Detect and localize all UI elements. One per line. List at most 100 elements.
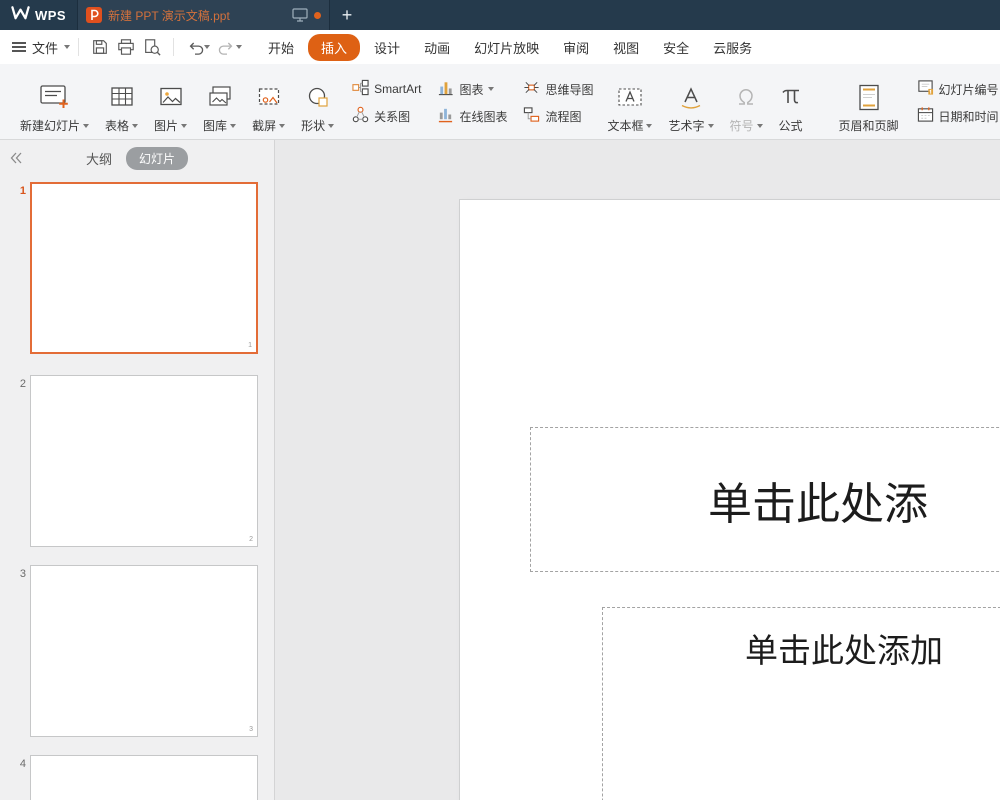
- titlebar: WPS 新建 PPT 演示文稿.ppt +: [0, 0, 1000, 30]
- title-placeholder[interactable]: 单击此处添: [530, 427, 1000, 572]
- file-menu-label: 文件: [32, 38, 58, 57]
- slide-number-label: 幻灯片编号: [939, 81, 999, 98]
- tab-home[interactable]: 开始: [258, 34, 304, 61]
- shapes-button[interactable]: 形状: [295, 69, 340, 136]
- screenshot-label: 截屏: [252, 117, 276, 134]
- tab-view[interactable]: 视图: [603, 34, 649, 61]
- slide-thumbnail[interactable]: 2: [30, 375, 258, 547]
- slide-thumbnail[interactable]: 1: [30, 182, 258, 354]
- symbol-caret-icon: [757, 124, 763, 128]
- print-preview-button[interactable]: [139, 35, 165, 59]
- redo-button[interactable]: [214, 36, 246, 58]
- table-icon: [110, 82, 134, 112]
- date-time-button[interactable]: 日期和时间: [917, 106, 999, 126]
- chart-icon: [437, 79, 454, 99]
- thumbnail-page-number: 3: [249, 726, 253, 733]
- slide-thumbnail[interactable]: [30, 755, 258, 800]
- gallery-button[interactable]: 图库: [197, 69, 242, 136]
- formula-label: 公式: [779, 117, 803, 134]
- mind-map-button[interactable]: 思维导图: [523, 79, 593, 99]
- shapes-label: 形状: [301, 117, 325, 134]
- file-menu[interactable]: 文件: [12, 38, 70, 57]
- formula-pi-icon: [779, 82, 803, 112]
- tab-cloud[interactable]: 云服务: [703, 34, 762, 61]
- picture-button[interactable]: 图片: [148, 69, 193, 136]
- picture-label: 图片: [154, 117, 178, 134]
- symbol-button[interactable]: 符号: [724, 69, 769, 136]
- thumbnail-page-number: 1: [248, 342, 252, 349]
- tab-review[interactable]: 审阅: [553, 34, 599, 61]
- flowchart-button[interactable]: 流程图: [523, 106, 593, 126]
- ppt-file-icon: [86, 7, 102, 23]
- tab-slideshow[interactable]: 幻灯片放映: [464, 34, 549, 61]
- chart-label: 图表: [459, 81, 483, 98]
- slide-thumbnail-row-1: 1 1: [14, 182, 258, 354]
- subtitle-placeholder-text: 单击此处添加: [745, 624, 1000, 672]
- ribbon-group-diagrams: SmartArt 关系图: [352, 69, 421, 136]
- tab-security[interactable]: 安全: [653, 34, 699, 61]
- tab-outline[interactable]: 大纲: [86, 149, 112, 168]
- wps-logo[interactable]: WPS: [0, 0, 78, 30]
- new-slide-icon: [40, 82, 70, 112]
- text-box-button[interactable]: 文本框: [601, 69, 658, 136]
- word-art-caret-icon: [708, 124, 714, 128]
- picture-caret-icon: [181, 124, 187, 128]
- tab-animation[interactable]: 动画: [414, 34, 460, 61]
- wps-logo-text: WPS: [35, 8, 66, 23]
- tab-slides[interactable]: 幻灯片: [126, 147, 188, 170]
- shapes-icon: [306, 82, 330, 112]
- tab-insert[interactable]: 插入: [308, 34, 360, 61]
- undo-button[interactable]: [182, 36, 214, 58]
- slide-thumbnail-row-4: 4: [14, 755, 258, 800]
- slide-thumbnail[interactable]: 3: [30, 565, 258, 737]
- modified-indicator-dot: [314, 12, 321, 19]
- header-footer-button[interactable]: 页眉和页脚: [833, 69, 905, 136]
- tab-design[interactable]: 设计: [364, 34, 410, 61]
- document-tab[interactable]: 新建 PPT 演示文稿.ppt: [78, 0, 330, 30]
- document-tab-title: 新建 PPT 演示文稿.ppt: [108, 7, 286, 24]
- online-chart-icon: [437, 106, 454, 126]
- ribbon-group-maps: 思维导图 流程图: [523, 69, 593, 136]
- new-slide-label: 新建幻灯片: [20, 117, 80, 134]
- thumbnail-page-number: 2: [249, 536, 253, 543]
- word-art-icon: [678, 82, 704, 112]
- date-time-label: 日期和时间: [939, 108, 999, 125]
- table-button[interactable]: 表格: [99, 69, 144, 136]
- new-tab-button[interactable]: +: [330, 0, 364, 30]
- separator: [173, 38, 174, 56]
- relationship-diagram-label: 关系图: [374, 108, 410, 125]
- picture-icon: [159, 82, 183, 112]
- print-button[interactable]: [113, 35, 139, 59]
- online-chart-button[interactable]: 在线图表: [437, 106, 507, 126]
- ribbon-group-number-date: 幻灯片编号 日期和时间: [917, 69, 999, 136]
- flowchart-label: 流程图: [545, 108, 581, 125]
- flowchart-icon: [523, 106, 540, 126]
- relationship-diagram-button[interactable]: 关系图: [352, 106, 421, 126]
- smartart-icon: [352, 79, 369, 99]
- screenshot-button[interactable]: 截屏: [246, 69, 291, 136]
- wps-presentation-window: WPS 新建 PPT 演示文稿.ppt + 文件: [0, 0, 1000, 800]
- collapse-panel-button[interactable]: [10, 151, 22, 169]
- slide-thumbnail-row-3: 3 3: [14, 565, 258, 737]
- slide-thumbnail-row-2: 2 2: [14, 375, 258, 547]
- subtitle-placeholder[interactable]: 单击此处添加: [602, 607, 1000, 800]
- smartart-label: SmartArt: [374, 82, 421, 96]
- ribbon-group-charts: 图表 在线图表: [437, 69, 507, 136]
- slide-canvas[interactable]: 单击此处添 单击此处添加: [460, 200, 1000, 800]
- slide-number-button[interactable]: 幻灯片编号: [917, 79, 999, 99]
- gallery-label: 图库: [203, 117, 227, 134]
- play-on-monitor-icon[interactable]: [292, 8, 308, 22]
- word-art-button[interactable]: 艺术字: [662, 69, 719, 136]
- symbol-omega-icon: [734, 82, 758, 112]
- new-slide-caret-icon: [83, 124, 89, 128]
- save-button[interactable]: [87, 35, 113, 59]
- new-slide-button[interactable]: 新建幻灯片: [14, 69, 95, 136]
- formula-button[interactable]: 公式: [773, 69, 809, 136]
- hamburger-menu-icon: [12, 42, 26, 52]
- editing-area: 单击此处添 单击此处添加: [276, 140, 1000, 800]
- word-art-label: 艺术字: [668, 117, 704, 134]
- slide-panel-header: 大纲 幻灯片: [0, 140, 274, 176]
- smartart-button[interactable]: SmartArt: [352, 79, 421, 99]
- chart-button[interactable]: 图表: [437, 79, 507, 99]
- gallery-caret-icon: [230, 124, 236, 128]
